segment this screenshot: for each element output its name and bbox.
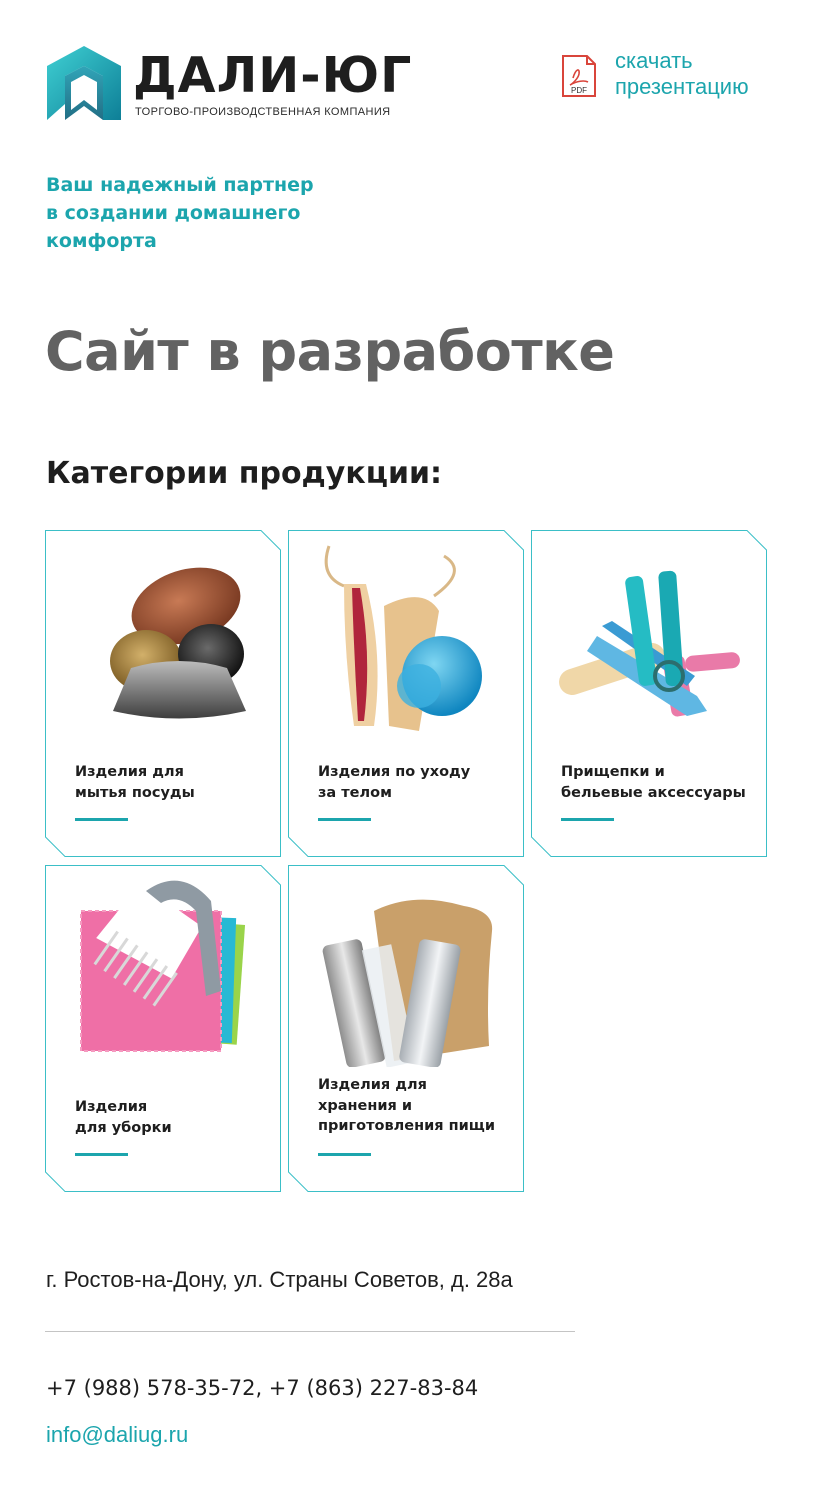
categories-grid: Изделия для мытья посуды Изделия по уход…	[45, 530, 769, 1192]
tagline-line-1: Ваш надежный партнер	[46, 174, 314, 196]
tagline-line-2: в создании домашнего	[46, 202, 301, 224]
category-card-body-care[interactable]: Изделия по уходу за телом	[288, 530, 524, 857]
house-logo-icon	[47, 46, 121, 120]
clothespins-image	[559, 570, 740, 717]
site-header: ДАЛИ-ЮГ ТОРГОВО-ПРОИЗВОДСТВЕННАЯ КОМПАНИ…	[0, 0, 813, 150]
category-card-clothespins[interactable]: Прищепки и бельевые аксессуары	[531, 530, 767, 857]
category-label: Изделия для уборки	[75, 1099, 172, 1136]
company-phones[interactable]: +7 (988) 578-35-72, +7 (863) 227-83-84	[46, 1373, 478, 1403]
download-presentation-link[interactable]: PDF скачать презентацию	[561, 48, 781, 104]
card-accent-line	[318, 1153, 371, 1156]
company-address: г. Ростов-на-Дону, ул. Страны Советов, д…	[46, 1267, 513, 1292]
tagline-line-3: комфорта	[46, 230, 157, 252]
cleaning-brush-cloths-image	[80, 880, 246, 1052]
category-card-cleaning[interactable]: Изделия для уборки	[45, 865, 281, 1192]
hero-tagline: Ваш надежный партнер в создании домашнег…	[46, 171, 376, 255]
foil-film-rolls-image	[322, 899, 493, 1067]
category-label: Изделия по уходу за телом	[318, 764, 471, 801]
download-label-line1: скачать	[615, 48, 693, 73]
category-label: Изделия для хранения и приготовления пищ…	[318, 1077, 495, 1134]
download-label-line2: презентацию	[615, 74, 749, 99]
category-label: Прищепки и бельевые аксессуары	[561, 764, 746, 801]
category-card-dishwashing[interactable]: Изделия для мытья посуды	[45, 530, 281, 857]
card-accent-line	[75, 818, 128, 821]
company-logo[interactable]: ДАЛИ-ЮГ ТОРГОВО-ПРОИЗВОДСТВЕННАЯ КОМПАНИ…	[45, 44, 435, 122]
card-accent-line	[318, 818, 371, 821]
company-email-link[interactable]: info@daliug.ru	[46, 1420, 188, 1450]
company-tagline: ТОРГОВО-ПРОИЗВОДСТВЕННАЯ КОМПАНИЯ	[135, 106, 391, 118]
card-accent-line	[75, 1153, 128, 1156]
card-accent-line	[561, 818, 614, 821]
contacts-divider	[45, 1331, 575, 1332]
category-card-food-storage[interactable]: Изделия для хранения и приготовления пищ…	[288, 865, 524, 1192]
category-label: Изделия для мытья посуды	[75, 764, 195, 801]
company-name: ДАЛИ-ЮГ	[133, 47, 413, 104]
dish-scrubbers-image	[110, 567, 246, 719]
site-status-title: Сайт в разработке	[45, 320, 615, 383]
categories-heading: Категории продукции:	[46, 456, 442, 491]
bath-sponges-image	[324, 545, 482, 731]
pdf-file-icon: PDF	[562, 55, 596, 97]
svg-text:PDF: PDF	[571, 86, 587, 95]
